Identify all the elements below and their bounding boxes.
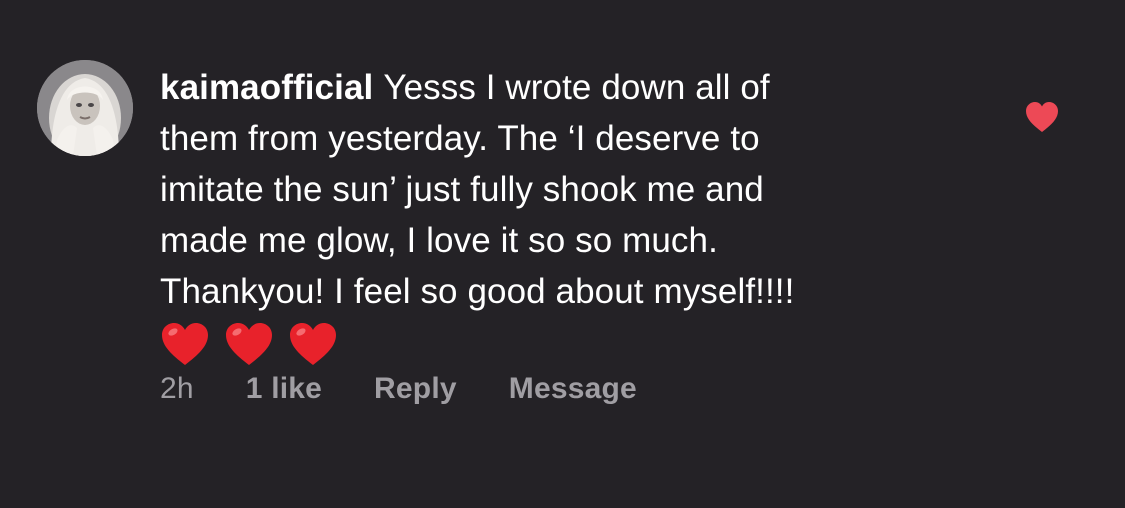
comment-text-line: them from yesterday. The ‘I deserve to <box>160 119 760 158</box>
comment-meta: 2h 1 like Reply Message <box>160 372 637 406</box>
heart-icon <box>1026 102 1058 132</box>
emoji-row <box>160 321 980 367</box>
red-heart-emoji-icon <box>160 321 210 367</box>
red-heart-emoji-icon <box>288 321 338 367</box>
avatar-image <box>37 60 133 156</box>
red-heart-emoji-icon <box>224 321 274 367</box>
reply-button[interactable]: Reply <box>374 372 457 406</box>
comment: kaimaofficial Yesss I wrote down all of t… <box>0 0 1125 508</box>
username[interactable]: kaimaofficial <box>160 68 373 107</box>
message-button[interactable]: Message <box>509 372 637 406</box>
like-count-link[interactable]: 1 like <box>246 372 322 406</box>
comment-first-line: kaimaofficial Yesss I wrote down all of <box>160 62 980 113</box>
comment-text-line: Thankyou! I feel so good about myself!!!… <box>160 272 795 311</box>
comment-text-line: Yesss I wrote down all of <box>383 68 770 107</box>
comment-text-line: made me glow, I love it so so much. <box>160 221 718 260</box>
avatar[interactable] <box>37 60 133 156</box>
like-button[interactable] <box>1024 100 1060 134</box>
comment-body: kaimaofficial Yesss I wrote down all of t… <box>160 62 980 367</box>
comment-text-line: imitate the sun’ just fully shook me and <box>160 170 764 209</box>
timestamp: 2h <box>160 372 194 405</box>
